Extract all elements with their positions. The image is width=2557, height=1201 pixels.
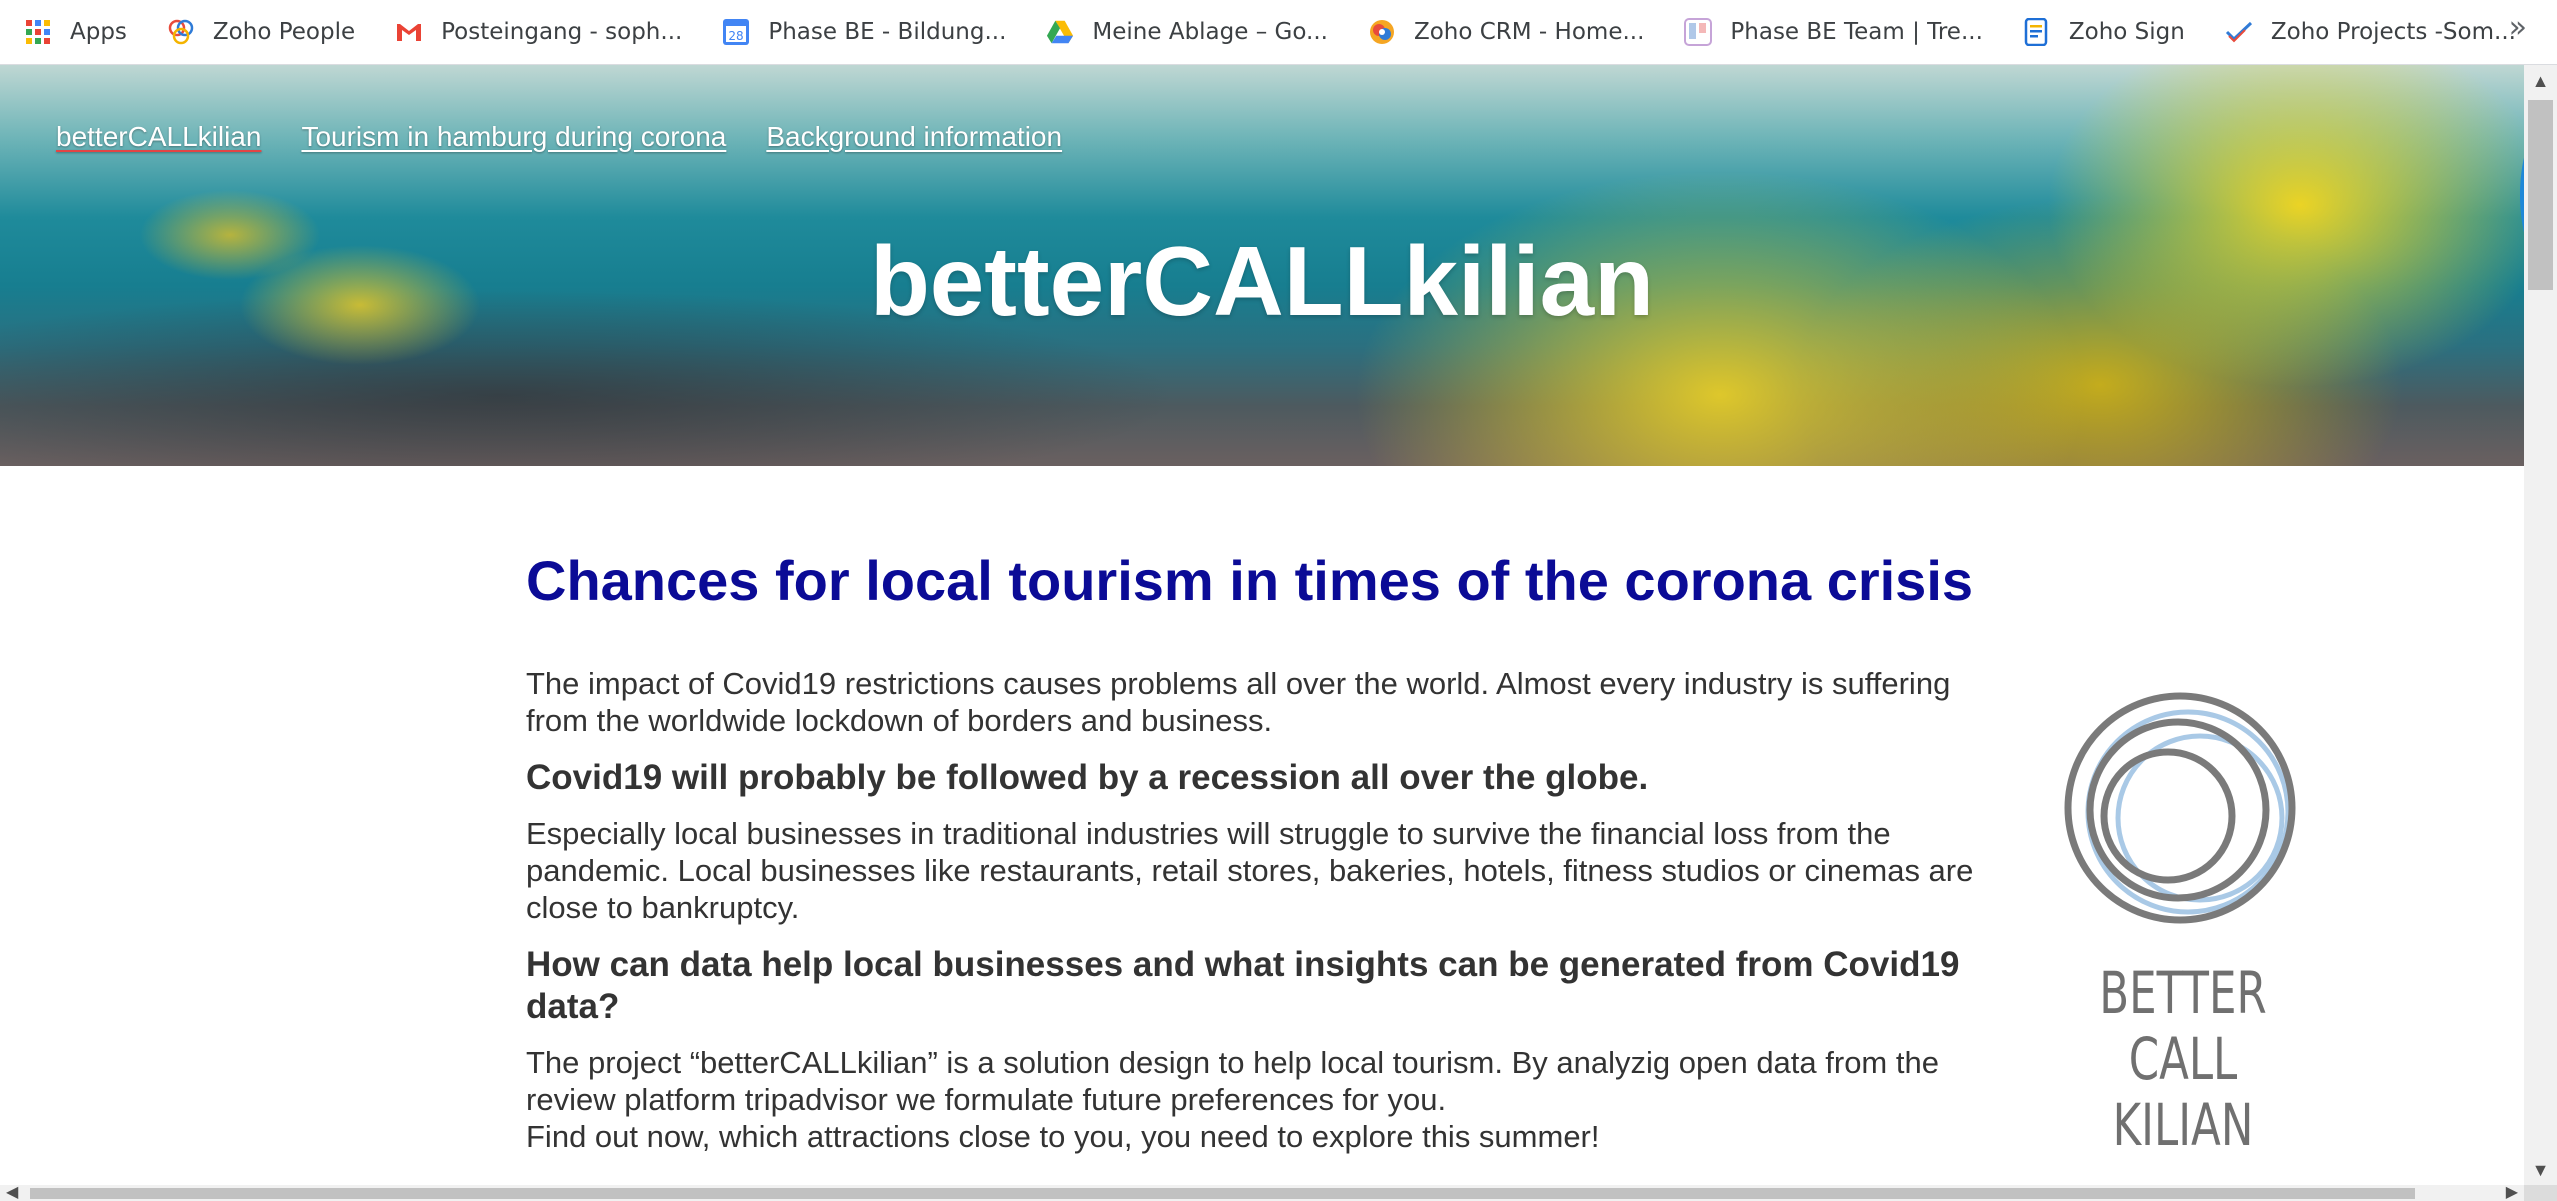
bookmark-trello[interactable]: Phase BE Team | Tre... xyxy=(1684,10,1996,54)
logo-circles-icon xyxy=(2064,692,2296,924)
main-content: Chances for local tourism in times of th… xyxy=(526,548,2006,1155)
bookmark-label: Apps xyxy=(70,19,127,45)
zoho-people-icon xyxy=(167,18,195,46)
site-title: betterCALLkilian xyxy=(869,226,1655,336)
calendar-icon: 28 xyxy=(722,18,750,46)
scrollbar-corner xyxy=(2524,1185,2557,1201)
zoho-crm-icon xyxy=(1368,18,1396,46)
bookmark-label: Phase BE Team | Tre... xyxy=(1730,19,1983,45)
bookmark-label: Phase BE - Bildung... xyxy=(768,19,1007,45)
bookmark-gmail[interactable]: Posteingang - soph... xyxy=(395,10,696,54)
logo-line-1: BETTER xyxy=(2099,959,2267,1027)
nav-link-background[interactable]: Background information xyxy=(766,121,1062,153)
bookmark-label: Zoho Projects -Som... xyxy=(2270,19,2516,45)
google-drive-icon xyxy=(1046,18,1074,46)
bookmark-zoho-projects[interactable]: Zoho Projects -Som... xyxy=(2225,10,2530,54)
vertical-scrollbar[interactable]: ▲ ▼ xyxy=(2524,65,2557,1185)
bookmark-apps[interactable]: Apps xyxy=(24,10,141,54)
logo-text: BETTER CALL KILIAN xyxy=(2083,960,2283,1158)
intro-paragraph: The impact of Covid19 restrictions cause… xyxy=(526,666,1951,738)
logo-line-2: CALL xyxy=(2128,1025,2238,1093)
bookmarks-overflow-icon[interactable]: » xyxy=(2509,10,2527,45)
project-description: The project “betterCALLkilian” is a solu… xyxy=(526,1045,1939,1117)
page-heading: Chances for local tourism in times of th… xyxy=(526,549,1974,612)
call-to-action: Find out now, which attractions close to… xyxy=(526,1119,1600,1154)
bookmark-label: Zoho CRM - Home... xyxy=(1413,19,1645,45)
svg-text:28: 28 xyxy=(729,29,744,43)
bookmark-label: Zoho Sign xyxy=(2068,19,2185,45)
data-help-subheading: How can data help local businesses and w… xyxy=(526,945,1960,1026)
scroll-down-arrow-icon[interactable]: ▼ xyxy=(2524,1160,2557,1181)
project-paragraph: The project “betterCALLkilian” is a solu… xyxy=(526,1044,2006,1155)
bookmark-zoho-crm[interactable]: Zoho CRM - Home... xyxy=(1368,10,1658,54)
horizontal-scrollbar[interactable]: ◀ ▶ xyxy=(0,1182,2524,1201)
horizontal-scroll-thumb[interactable] xyxy=(30,1188,2415,1199)
apps-grid-icon xyxy=(24,18,52,46)
vertical-scroll-thumb[interactable] xyxy=(2528,100,2553,290)
hero-banner: betterCALLkilian Tourism in hamburg duri… xyxy=(0,65,2524,466)
scroll-up-arrow-icon[interactable]: ▲ xyxy=(2524,71,2557,92)
gmail-icon xyxy=(395,18,423,46)
bookmark-label: Posteingang - soph... xyxy=(441,19,683,45)
zoho-sign-icon xyxy=(2023,18,2051,46)
site-nav: betterCALLkilian Tourism in hamburg duri… xyxy=(56,121,1062,153)
nav-link-home[interactable]: betterCALLkilian xyxy=(56,121,261,153)
logo-line-3: KILIAN xyxy=(2112,1091,2254,1159)
zoho-projects-icon xyxy=(2225,18,2253,46)
bookmark-phase-be-bildung[interactable]: 28 Phase BE - Bildung... xyxy=(722,10,1020,54)
scroll-left-arrow-icon[interactable]: ◀ xyxy=(6,1182,18,1201)
better-call-kilian-logo: BETTER CALL KILIAN xyxy=(2050,690,2316,1170)
bookmark-google-drive[interactable]: Meine Ablage – Go... xyxy=(1046,10,1342,54)
bookmark-zoho-sign[interactable]: Zoho Sign xyxy=(2023,10,2199,54)
recession-subheading: Covid19 will probably be followed by a r… xyxy=(526,758,1649,797)
nav-link-tourism[interactable]: Tourism in hamburg during corona xyxy=(301,121,726,153)
local-business-paragraph: Especially local businesses in tradition… xyxy=(526,816,1974,925)
bookmarks-bar: Apps Zoho People Posteingang - soph... 2… xyxy=(0,0,2557,65)
scroll-right-arrow-icon[interactable]: ▶ xyxy=(2506,1182,2518,1201)
bookmark-label: Meine Ablage – Go... xyxy=(1092,19,1328,45)
bookmark-label: Zoho People xyxy=(212,19,356,45)
bookmark-zoho-people[interactable]: Zoho People xyxy=(167,10,369,54)
trello-icon xyxy=(1684,18,1713,46)
